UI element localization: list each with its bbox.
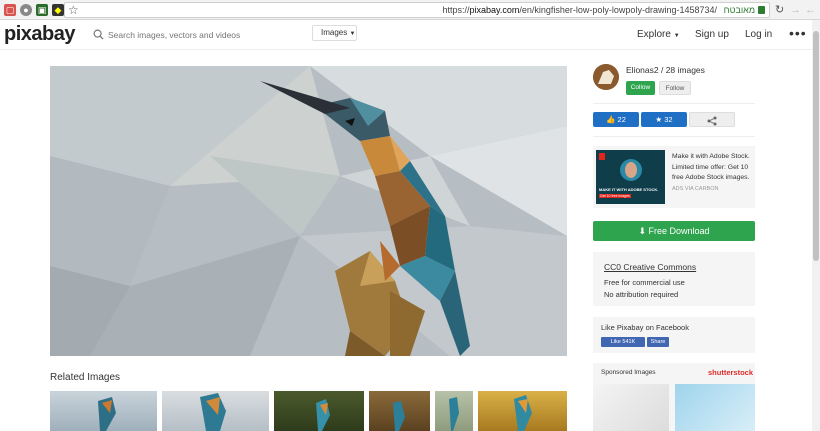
extension-icon[interactable]: ◆ — [52, 4, 64, 16]
bookmark-star-icon[interactable]: ☆ — [68, 2, 79, 18]
explore-label: Explore — [637, 29, 671, 40]
signup-link[interactable]: Sign up — [695, 29, 729, 40]
explore-menu[interactable]: Explore ▼ — [637, 29, 680, 40]
download-label: Free Download — [648, 226, 710, 236]
ad-text[interactable]: Make it with Adobe Stock. Limited time o… — [672, 152, 754, 184]
related-thumbnail[interactable] — [369, 391, 430, 431]
license-line: Free for commercial use — [604, 278, 685, 287]
license-panel: CC0 Creative Commons Free for commercial… — [593, 252, 755, 306]
facebook-panel: Like Pixabay on Facebook Like 541K Share — [593, 317, 755, 353]
like-count: 22 — [617, 115, 626, 124]
related-thumbnail[interactable] — [162, 391, 269, 431]
login-link[interactable]: Log in — [745, 29, 772, 40]
lock-icon — [758, 6, 765, 14]
search-icon[interactable] — [93, 29, 104, 40]
avatar[interactable] — [593, 64, 619, 90]
sponsored-thumbnail[interactable] — [675, 384, 755, 431]
like-button[interactable]: 👍 22 — [593, 112, 639, 127]
ad-image-subcaption: Get 10 free images — [599, 194, 631, 198]
search-type-select[interactable]: Images ▼ — [312, 25, 357, 41]
share-icon — [707, 116, 717, 126]
browser-toolbar: ▢ ● ▣ ◆ https://pixabay.com/en/kingfishe… — [0, 0, 820, 20]
chevron-down-icon: ▼ — [349, 31, 356, 37]
favorite-count: 32 — [664, 115, 673, 124]
license-link[interactable]: CC0 Creative Commons — [604, 262, 696, 272]
facebook-share-button[interactable]: Share — [647, 337, 669, 347]
free-download-button[interactable]: ⬇ Free Download — [593, 221, 755, 241]
extension-icon[interactable]: ▣ — [36, 4, 48, 16]
extension-icon[interactable]: ● — [20, 4, 32, 16]
related-thumbnail[interactable] — [478, 391, 567, 431]
pixabay-logo[interactable]: pixabay — [4, 23, 75, 46]
follow-button[interactable]: Follow — [659, 81, 691, 95]
search-type-label: Images — [321, 28, 348, 37]
more-menu-icon[interactable]: ••• — [789, 25, 807, 41]
ad-image-caption: MAKE IT WITH ADOBE STOCK. — [599, 187, 659, 192]
extension-icon[interactable]: ▢ — [4, 4, 16, 16]
download-icon: ⬇ — [638, 226, 646, 236]
url-text: https://pixabay.com/en/kingfisher-low-po… — [442, 5, 717, 15]
chevron-down-icon: ▼ — [673, 33, 680, 39]
sponsored-title: Sponsored Images — [601, 369, 656, 376]
favorite-button[interactable]: ★ 32 — [641, 112, 687, 127]
facebook-like-button[interactable]: Like 541K — [601, 337, 645, 347]
address-bar[interactable]: https://pixabay.com/en/kingfisher-low-po… — [64, 2, 770, 18]
divider — [593, 136, 755, 137]
license-line: No attribution required — [604, 290, 679, 299]
related-thumbnail[interactable] — [274, 391, 364, 431]
related-images-title: Related Images — [50, 372, 121, 383]
star-icon: ★ — [655, 115, 663, 124]
ad-image[interactable]: MAKE IT WITH ADOBE STOCK. Get 10 free im… — [596, 150, 665, 204]
thumbs-up-icon: 👍 — [606, 115, 616, 124]
secure-label: מאובטח — [723, 5, 755, 15]
related-thumbnail[interactable] — [435, 391, 473, 431]
facebook-title: Like Pixabay on Facebook — [601, 323, 689, 332]
author-name[interactable]: Elionas2 / 28 images — [626, 65, 705, 75]
share-button[interactable] — [689, 112, 735, 127]
adobe-ad[interactable]: MAKE IT WITH ADOBE STOCK. Get 10 free im… — [593, 146, 755, 208]
sponsored-panel: Sponsored Images shutterstock — [593, 363, 755, 431]
shutterstock-logo[interactable]: shutterstock — [708, 368, 753, 377]
back-icon[interactable]: ← — [805, 2, 816, 18]
site-header: pixabay Images ▼ Explore ▼ Sign up Log i… — [0, 20, 820, 50]
main-image[interactable] — [50, 66, 567, 356]
reload-icon[interactable]: ↻ — [775, 2, 784, 18]
related-thumbnail[interactable] — [50, 391, 157, 431]
forward-icon[interactable]: → — [790, 2, 801, 18]
scrollbar-thumb[interactable] — [813, 31, 819, 261]
collow-button[interactable]: Collow — [626, 81, 655, 95]
divider — [593, 103, 755, 104]
sponsored-thumbnail[interactable] — [593, 384, 669, 431]
search-input[interactable] — [108, 26, 308, 44]
ad-via-label[interactable]: ADS VIA CARBON — [672, 186, 718, 192]
